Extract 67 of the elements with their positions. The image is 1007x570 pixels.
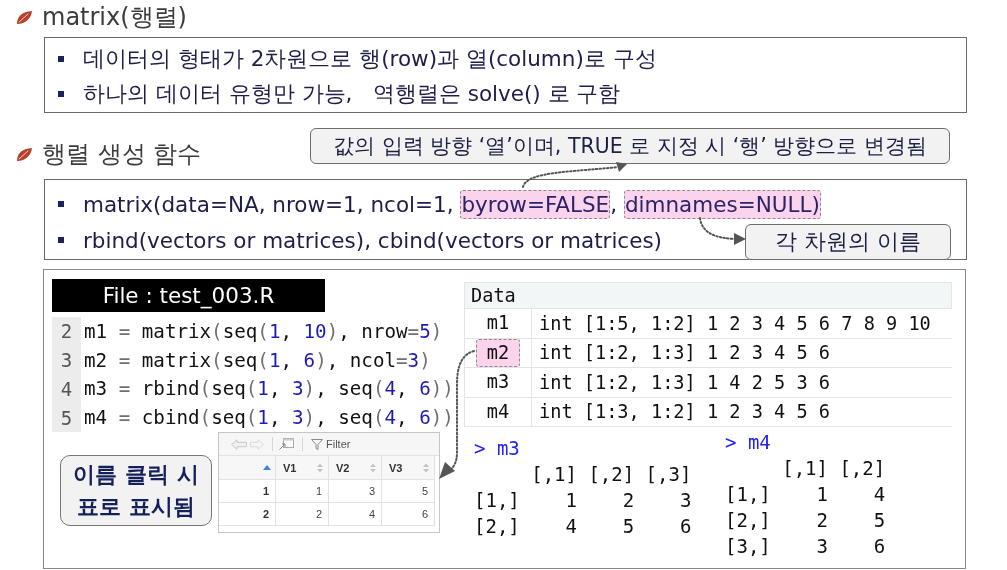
variable-name[interactable]: m4 [483, 398, 513, 425]
highlighted-text: byrow=FALSE [460, 189, 611, 219]
bullet-text: , [610, 190, 619, 218]
variable-value: int [1:2, 1:3] 1 2 3 4 5 6 [538, 341, 831, 366]
highlighted-text: dimnames=NULL) [623, 189, 821, 219]
variable-name[interactable]: m3 [483, 369, 513, 396]
table-cell: 3 [329, 480, 382, 503]
code-line: m1 = matrix(seq(1, 10), nrow=5) [83, 318, 443, 345]
sort-arrow-icon [263, 465, 271, 470]
variable-value: int [1:3, 1:2] 1 2 3 4 5 6 [538, 400, 831, 425]
leaf-icon [16, 9, 33, 25]
file-title-bar: File : test_003.R [52, 279, 325, 312]
column-header[interactable]: V2 [329, 456, 382, 480]
code-line: m3 = rbind(seq(1, 3), seq(4, 6)) [83, 376, 454, 403]
column-header[interactable]: V1 [276, 456, 329, 480]
sort-arrows-icon [370, 462, 376, 473]
bullet-text: matrix(data=NA, nrow=1, ncol=1, [83, 190, 455, 218]
square-bullet-icon [58, 237, 64, 243]
section-heading: 행렬 생성 함수 [42, 139, 202, 169]
console-output: [2,] 4 5 6 [474, 514, 693, 539]
line-number: 3 [52, 345, 81, 375]
filter-icon [311, 438, 323, 450]
back-arrow-icon[interactable] [231, 438, 247, 450]
row-label: 1 [219, 480, 276, 503]
variable-value: int [1:5, 1:2] 1 2 3 4 5 6 7 8 9 10 [538, 311, 931, 336]
panel-header: Data [464, 282, 952, 309]
forward-arrow-icon[interactable] [250, 438, 264, 450]
console-command: > m4 [725, 430, 772, 455]
column-header[interactable]: V3 [382, 456, 435, 480]
console-output: [3,] 3 6 [725, 534, 887, 559]
console-output: [2,] 2 5 [725, 508, 887, 533]
code-line: m2 = matrix(seq(1, 6), ncol=3) [83, 347, 431, 374]
console-output: [1,] 1 4 [725, 482, 887, 507]
table-cell: 1 [276, 480, 329, 503]
bullet-text: rbind(vectors or matrices), cbind(vectors or matrices) [83, 226, 662, 254]
table-cell: 6 [382, 503, 435, 526]
variable-name[interactable]: m1 [483, 310, 513, 337]
sort-arrows-icon [317, 462, 323, 473]
line-number: 5 [52, 403, 81, 432]
table-cell: 4 [329, 503, 382, 526]
section-heading: matrix(행렬) [42, 2, 187, 32]
console-output: [,1] [,2] [,3] [530, 462, 693, 487]
row-label: 2 [219, 503, 276, 526]
code-line: m4 = cbind(seq(1, 3), seq(4, 6)) [83, 405, 454, 432]
line-number: 4 [52, 374, 81, 404]
bullet-text: 데이터의 형태가 2차원으로 행(row)과 열(column)로 구성 [83, 45, 657, 72]
table-cell: 2 [276, 503, 329, 526]
dotted-arrow [697, 216, 747, 246]
variable-value: int [1:2, 1:3] 1 4 2 5 3 6 [538, 370, 831, 395]
square-bullet-icon [58, 90, 64, 97]
console-command: > m3 [474, 436, 521, 461]
sort-arrows-icon [423, 462, 429, 473]
console-output: [1,] 1 2 3 [474, 488, 693, 513]
popout-window-icon[interactable] [279, 438, 294, 450]
square-bullet-icon [58, 201, 64, 207]
callout-note: 각 차원의 이름 [745, 224, 951, 260]
sort-header[interactable] [219, 456, 276, 480]
filter-button[interactable]: Filter [309, 438, 353, 450]
bullet-text: 하나의 데이터 유형만 가능, 역행렬은 solve() 로 구함 [83, 80, 621, 107]
leaf-icon [16, 146, 33, 162]
callout-note: 값의 입력 방향 ‘열’이며, TRUE 로 지정 시 ‘행’ 방향으로 변경됨 [310, 128, 950, 164]
callout-note: 이름 클릭 시 표로 표시됨 [60, 455, 212, 526]
line-number: 2 [52, 317, 81, 346]
square-bullet-icon [58, 55, 64, 62]
variable-name[interactable]: m2 [475, 338, 521, 367]
console-output: [,1] [,2] [781, 456, 887, 481]
table-cell: 5 [382, 480, 435, 503]
